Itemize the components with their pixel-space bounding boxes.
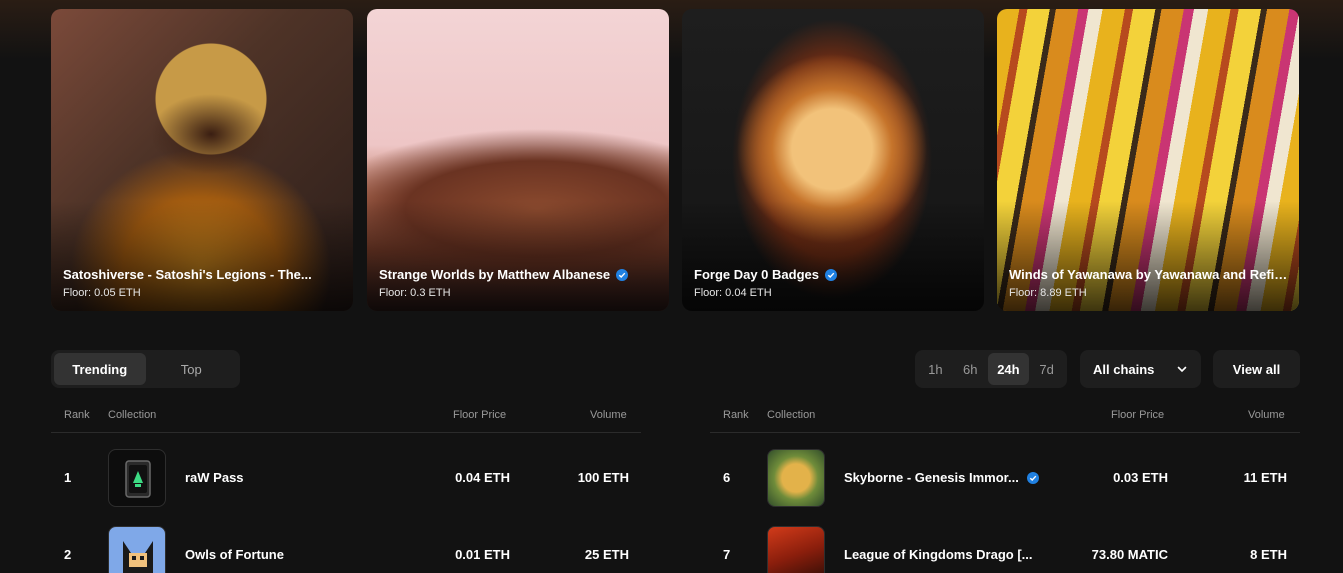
row-rank: 1 — [64, 470, 72, 485]
featured-card-floor: Floor: 0.04 ETH — [694, 287, 772, 299]
header-volume: Volume — [1248, 409, 1285, 421]
floor-price: 0.04 ETH — [455, 470, 510, 485]
table-row[interactable]: 2 Owls of Fortune 0.01 ETH 25 ETH — [51, 510, 641, 573]
header-volume: Volume — [590, 409, 627, 421]
featured-card-title: Forge Day 0 Badges — [694, 267, 819, 282]
row-rank: 2 — [64, 547, 72, 562]
header-collection: Collection — [108, 409, 157, 421]
chain-select-label: All chains — [1093, 361, 1155, 377]
featured-card-floor: Floor: 0.05 ETH — [63, 287, 141, 299]
ranking-tabs: Trending Top — [51, 350, 240, 388]
floor-price: 0.03 ETH — [1113, 470, 1168, 485]
featured-card-title: Strange Worlds by Matthew Albanese — [379, 267, 611, 282]
verified-badge-icon — [825, 268, 837, 281]
collection-image — [123, 541, 153, 573]
collection-thumbnail — [767, 449, 825, 507]
table-row[interactable]: 1 raW Pass 0.04 ETH 100 ETH — [51, 433, 641, 510]
header-rank: Rank — [723, 409, 749, 421]
table-header: Rank Collection Floor Price Volume — [710, 405, 1300, 433]
verified-badge-icon — [1026, 471, 1039, 484]
tab-top[interactable]: Top — [146, 353, 238, 385]
featured-card-title: Winds of Yawanawa by Yawanawa and Refik.… — [1009, 267, 1289, 282]
collection-image — [125, 460, 151, 498]
chevron-down-icon — [1177, 366, 1187, 373]
header-rank: Rank — [64, 409, 90, 421]
header-floor: Floor Price — [1111, 409, 1165, 421]
header-floor: Floor Price — [453, 409, 507, 421]
collection-thumbnail — [767, 526, 825, 573]
featured-card-2[interactable]: Strange Worlds by Matthew Albanese Floor… — [367, 9, 669, 311]
ranking-table-right: Rank Collection Floor Price Volume 6 Sky… — [710, 405, 1300, 573]
volume: 25 ETH — [584, 547, 629, 562]
chain-select[interactable]: All chains — [1080, 350, 1201, 388]
timeframe-selector: 1h 6h 24h 7d — [915, 350, 1067, 388]
volume: 8 ETH — [1250, 547, 1287, 562]
featured-card-4[interactable]: Winds of Yawanawa by Yawanawa and Refik.… — [997, 9, 1299, 311]
floor-price: 0.01 ETH — [455, 547, 510, 562]
view-all-button[interactable]: View all — [1213, 350, 1300, 388]
featured-card-1[interactable]: Satoshiverse - Satoshi's Legions - The..… — [51, 9, 353, 311]
tab-trending[interactable]: Trending — [54, 353, 146, 385]
featured-card-floor: Floor: 0.3 ETH — [379, 287, 451, 299]
collection-name: raW Pass — [185, 470, 244, 485]
featured-card-floor: Floor: 8.89 ETH — [1009, 287, 1087, 299]
header-collection: Collection — [767, 409, 816, 421]
floor-price: 73.80 MATIC — [1091, 547, 1168, 562]
table-row[interactable]: 6 Skyborne - Genesis Immor... 0.03 ETH 1… — [710, 433, 1300, 510]
timeframe-1h[interactable]: 1h — [918, 353, 953, 385]
timeframe-7d[interactable]: 7d — [1029, 353, 1064, 385]
featured-card-title: Satoshiverse - Satoshi's Legions - The..… — [63, 267, 312, 282]
table-header: Rank Collection Floor Price Volume — [51, 405, 641, 433]
collection-name: League of Kingdoms Drago [... — [844, 547, 1033, 562]
timeframe-6h[interactable]: 6h — [953, 353, 988, 385]
collection-thumbnail — [108, 526, 166, 573]
row-rank: 6 — [723, 470, 731, 485]
row-rank: 7 — [723, 547, 731, 562]
verified-badge-icon — [616, 268, 629, 281]
volume: 100 ETH — [577, 470, 629, 485]
ranking-table-left: Rank Collection Floor Price Volume 1 raW… — [51, 405, 641, 573]
table-row[interactable]: 7 League of Kingdoms Drago [... 73.80 MA… — [710, 510, 1300, 573]
featured-card-3[interactable]: Forge Day 0 Badges Floor: 0.04 ETH — [682, 9, 984, 311]
volume: 11 ETH — [1243, 470, 1287, 485]
collection-name: Owls of Fortune — [185, 547, 284, 562]
collection-thumbnail — [108, 449, 166, 507]
collection-name: Skyborne - Genesis Immor... — [844, 470, 1039, 485]
timeframe-24h[interactable]: 24h — [987, 353, 1030, 385]
